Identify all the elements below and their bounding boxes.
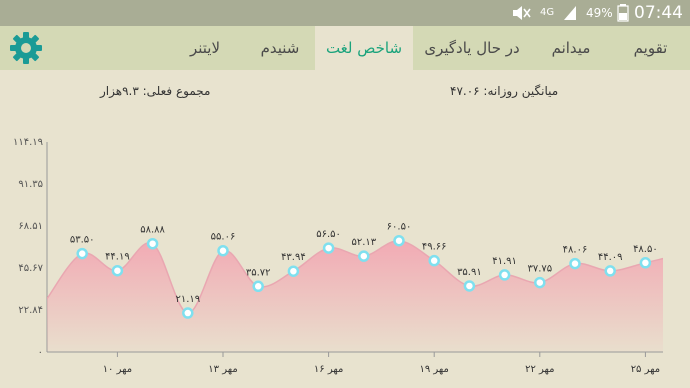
data-label: ۴۸.۰۶ [563,245,588,256]
data-label: ۳۷.۷۵ [527,264,552,275]
status-bar: 4G 49% 07:44 [0,0,690,26]
data-label: ۵۲.۱۳ [351,237,376,248]
data-label: ۴۴.۱۹ [105,252,130,263]
data-point [322,242,335,254]
y-tick-label: ۱۱۴.۱۹ [13,137,43,148]
data-label: ۳۵.۷۲ [246,267,271,278]
data-point [252,280,264,293]
clock: 07:44 [634,3,683,23]
data-point [217,244,229,257]
battery-icon [617,0,629,26]
x-tick-label: ۱۳ مهر [208,364,237,375]
data-label: ۴۴.۰۹ [598,252,623,263]
data-point [393,234,405,247]
gear-icon [10,32,42,64]
y-tick-label: ۲۲.۸۴ [18,305,43,316]
y-axis: ۰ ۲۲.۸۴ ۴۵.۶۷ ۶۸.۵۱ ۹۱.۳۵ ۱۱۴.۱۹ [13,137,48,358]
tab-calendar[interactable]: تقویم [611,26,690,70]
settings-button[interactable] [8,30,44,66]
data-label: ۴۱.۹۱ [492,256,517,267]
data-point [182,307,194,319]
daily-average-stat: میانگین روزانه: ۴۷.۰۶ [450,84,559,98]
data-label: ۴۸.۵۰ [633,244,658,255]
data-label: ۶۰.۵۰ [387,222,412,233]
tab-learning[interactable]: در حال یادگیری [413,26,531,70]
data-point [428,254,440,267]
tab-heard[interactable]: شنیدم [245,26,315,70]
y-tick-label: ۴۵.۶۷ [18,263,43,274]
data-point [463,280,476,292]
x-tick-label: ۱۹ مهر [419,364,448,375]
data-point [604,265,616,277]
data-point [111,264,124,277]
total-words-stat: مجموع فعلی: ۹.۳هزار [100,84,211,98]
top-tab-bar: لایتنر شنیدم شاخص لغت در حال یادگیری مید… [0,26,690,70]
x-axis: ۱۰ مهر ۱۳ مهر ۱۶ مهر ۱۹ مهر ۲۲ مهر ۲۵ مهر [47,351,663,375]
data-point [498,269,511,281]
x-tick-label: ۱۰ مهر [103,364,132,375]
network-type-label: 4G [540,7,555,18]
battery-percent: 49% [586,6,613,20]
data-point [358,250,370,262]
tab-word-index[interactable]: شاخص لغت [315,26,413,70]
data-label: ۲۱.۱۹ [175,294,200,305]
data-point [146,237,159,250]
word-index-chart: ۰ ۲۲.۸۴ ۴۵.۶۷ ۶۸.۵۱ ۹۱.۳۵ ۱۱۴.۱۹ ۵۳.۵۰ ۴۴.۱۹ ۵۸… [13,137,663,375]
data-point [287,265,300,277]
data-label: ۵۵.۰۶ [211,232,236,243]
x-tick-label: ۲۲ مهر [525,364,554,375]
data-point [639,257,652,269]
tab-known[interactable]: میدانم [531,26,611,70]
data-label: ۴۳.۹۴ [281,252,306,263]
data-label: ۵۸.۸۸ [140,225,165,236]
data-label: ۳۵.۹۱ [457,267,482,278]
data-point [76,247,88,260]
x-tick-label: ۲۵ مهر [631,364,660,375]
signal-icon [562,0,580,26]
mute-icon [510,0,536,26]
tab-leitner[interactable]: لایتنر [165,26,245,70]
y-tick-label: ۶۸.۵۱ [18,221,43,232]
x-tick-label: ۱۶ مهر [314,364,343,375]
data-point [569,257,581,270]
data-label: ۴۹.۶۶ [422,242,447,253]
data-label: ۵۶.۵۰ [316,229,341,240]
y-tick-label: ۰ [38,347,43,358]
y-tick-label: ۹۱.۳۵ [18,179,43,190]
data-label: ۵۳.۵۰ [70,235,95,246]
data-point [534,276,546,289]
